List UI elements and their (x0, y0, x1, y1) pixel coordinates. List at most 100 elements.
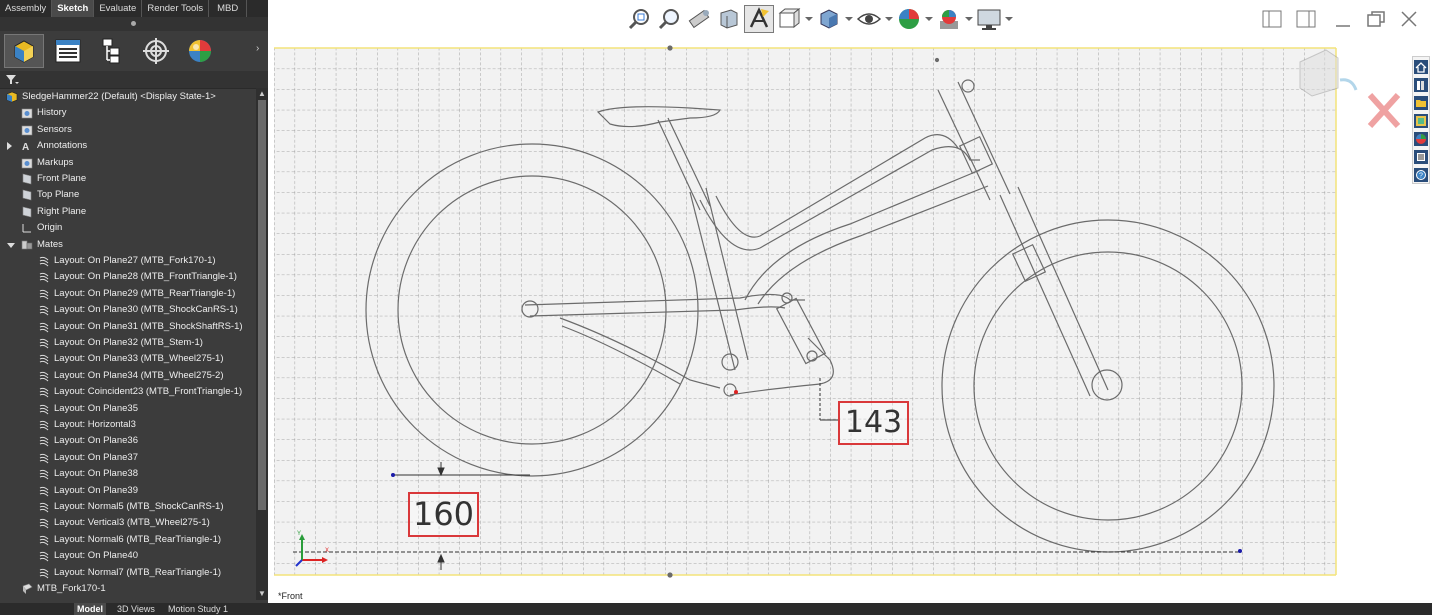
mate-item[interactable]: Layout: On Plane27 (MTB_Fork170-1) (0, 253, 256, 269)
edit-appearance-dropdown[interactable] (924, 5, 934, 33)
solidworks-resources-icon[interactable]: ? (1414, 168, 1428, 182)
edit-appearance-button[interactable] (894, 5, 924, 33)
tree-item[interactable]: Mates (0, 237, 256, 253)
apply-scene-dropdown[interactable] (964, 5, 974, 33)
mate-item[interactable]: Layout: On Plane32 (MTB_Stem-1) (0, 335, 256, 351)
mate-item[interactable]: Layout: On Plane35 (0, 401, 256, 417)
tab-render-tools[interactable]: Render Tools (142, 0, 210, 17)
file-explorer-icon[interactable] (1414, 96, 1428, 110)
history-icon (21, 107, 33, 119)
mate-item[interactable]: Layout: On Plane37 (0, 450, 256, 466)
task-pane-strip: ? (1412, 56, 1430, 184)
tree-item-component[interactable]: MTB_Fork170-1 (0, 581, 256, 597)
view-orientation-button[interactable] (774, 5, 804, 33)
tree-item-label: Layout: On Plane34 (MTB_Wheel275-2) (54, 369, 224, 381)
home-icon[interactable] (1414, 60, 1428, 74)
filter-icon[interactable] (5, 74, 19, 85)
tree-item[interactable]: Front Plane (0, 171, 256, 187)
mate-item[interactable]: Layout: On Plane30 (MTB_ShockCanRS-1) (0, 302, 256, 318)
tree-root-assembly[interactable]: SledgeHammer22 (Default) <Display State-… (0, 89, 256, 105)
mate-item[interactable]: Layout: Vertical3 (MTB_Wheel275-1) (0, 515, 256, 531)
dimension-143[interactable]: 143 (838, 401, 909, 445)
mate-item[interactable]: Layout: On Plane38 (0, 466, 256, 482)
exit-sketch-icon[interactable] (1367, 92, 1401, 129)
section-view-button[interactable] (714, 5, 744, 33)
tile-right-icon[interactable] (1296, 10, 1316, 28)
tile-left-icon[interactable] (1262, 10, 1282, 28)
view-palette-icon[interactable] (1414, 114, 1428, 128)
display-style-button[interactable] (814, 5, 844, 33)
configuration-manager-tab[interactable] (92, 34, 132, 68)
display-manager-tab[interactable] (180, 34, 220, 68)
mates-icon (21, 239, 33, 251)
zoom-to-fit-button[interactable] (624, 5, 654, 33)
dimension-160[interactable]: 160 (408, 492, 479, 537)
mate-item[interactable]: Layout: On Plane29 (MTB_RearTriangle-1) (0, 286, 256, 302)
hide-show-dropdown[interactable] (884, 5, 894, 33)
tab-evaluate[interactable]: Evaluate (94, 0, 143, 17)
tree-item[interactable]: Right Plane (0, 204, 256, 220)
feature-manager-tab[interactable] (4, 34, 44, 68)
tab-assembly[interactable]: Assembly (0, 0, 53, 17)
mate-item[interactable]: Layout: On Plane36 (0, 433, 256, 449)
mate-item[interactable]: Layout: Normal7 (MTB_RearTriangle-1) (0, 565, 256, 581)
view-settings-dropdown[interactable] (1004, 5, 1014, 33)
scroll-thumb[interactable] (258, 100, 266, 510)
property-manager-tab[interactable] (48, 34, 88, 68)
tree-item[interactable]: Markups (0, 155, 256, 171)
mate-item[interactable]: Layout: On Plane28 (MTB_FrontTriangle-1) (0, 269, 256, 285)
tab-motion-study-1[interactable]: Motion Study 1 (165, 603, 231, 615)
mate-item[interactable]: Layout: On Plane40 (0, 548, 256, 564)
svg-text:?: ? (1419, 173, 1423, 180)
mate-item[interactable]: Layout: On Plane33 (MTB_Wheel275-1) (0, 351, 256, 367)
tree-item[interactable]: Sensors (0, 122, 256, 138)
tab-model[interactable]: Model (74, 603, 106, 615)
tab-mbd[interactable]: MBD (209, 0, 248, 17)
chevron-down-icon (845, 17, 853, 21)
dimxpert-manager-tab[interactable] (136, 34, 176, 68)
custom-properties-icon[interactable] (1414, 150, 1428, 164)
tab-3d-views[interactable]: 3D Views (114, 603, 158, 615)
zoom-to-area-button[interactable] (654, 5, 684, 33)
dynamic-annotation-views-button[interactable] (744, 5, 774, 33)
mate-item[interactable]: Layout: Horizontal3 (0, 417, 256, 433)
more-tabs-chevron-icon[interactable]: › (256, 43, 259, 54)
display-style-dropdown[interactable] (844, 5, 854, 33)
scroll-down-arrow-icon[interactable]: ▼ (256, 588, 268, 600)
hide-show-items-button[interactable] (854, 5, 884, 33)
tree-item-label: Layout: Normal5 (MTB_ShockCanRS-1) (54, 501, 224, 512)
tree-scrollbar[interactable]: ▲ ▼ (256, 88, 268, 600)
appearances-icon[interactable] (1414, 132, 1428, 146)
tree-item[interactable]: Origin (0, 220, 256, 236)
tree-item[interactable]: Top Plane (0, 187, 256, 203)
mate-icon (38, 435, 50, 447)
expand-arrow-icon[interactable] (7, 142, 12, 151)
mate-item[interactable]: Layout: Normal6 (MTB_RearTriangle-1) (0, 532, 256, 548)
collapse-arrow-icon[interactable] (7, 242, 15, 248)
close-icon[interactable] (1400, 10, 1418, 28)
dynamic-annotation-icon (749, 7, 769, 28)
tree-item[interactable]: History (0, 105, 256, 121)
graphics-area[interactable]: X Y 143 160 (268, 0, 1432, 603)
previous-view-button[interactable] (684, 5, 714, 33)
section-view-icon (720, 9, 738, 29)
tab-sketch[interactable]: Sketch (52, 0, 95, 17)
mate-item[interactable]: Layout: Coincident23 (MTB_FrontTriangle-… (0, 384, 256, 400)
mate-item[interactable]: Layout: On Plane34 (MTB_Wheel275-2) (0, 368, 256, 384)
mate-item[interactable]: Layout: On Plane39 (0, 483, 256, 499)
view-orientation-dropdown[interactable] (804, 5, 814, 33)
mate-icon (38, 501, 50, 513)
tree-item-label: Layout: On Plane28 (MTB_FrontTriangle-1) (54, 271, 237, 283)
scroll-up-arrow-icon[interactable]: ▲ (256, 88, 268, 100)
design-library-icon[interactable] (1414, 78, 1428, 92)
panel-splitter[interactable] (0, 17, 268, 31)
tree-item[interactable]: A Annotations (0, 138, 256, 154)
apply-scene-button[interactable] (934, 5, 964, 33)
restore-icon[interactable] (1366, 10, 1386, 28)
minimize-icon[interactable] (1334, 10, 1352, 28)
view-settings-button[interactable] (974, 5, 1004, 33)
tree-item-label: History (37, 107, 67, 119)
mate-item[interactable]: Layout: Normal5 (MTB_ShockCanRS-1) (0, 499, 256, 515)
mate-item[interactable]: Layout: On Plane31 (MTB_ShockShaftRS-1) (0, 319, 256, 335)
tree-item-label: Origin (37, 222, 63, 234)
